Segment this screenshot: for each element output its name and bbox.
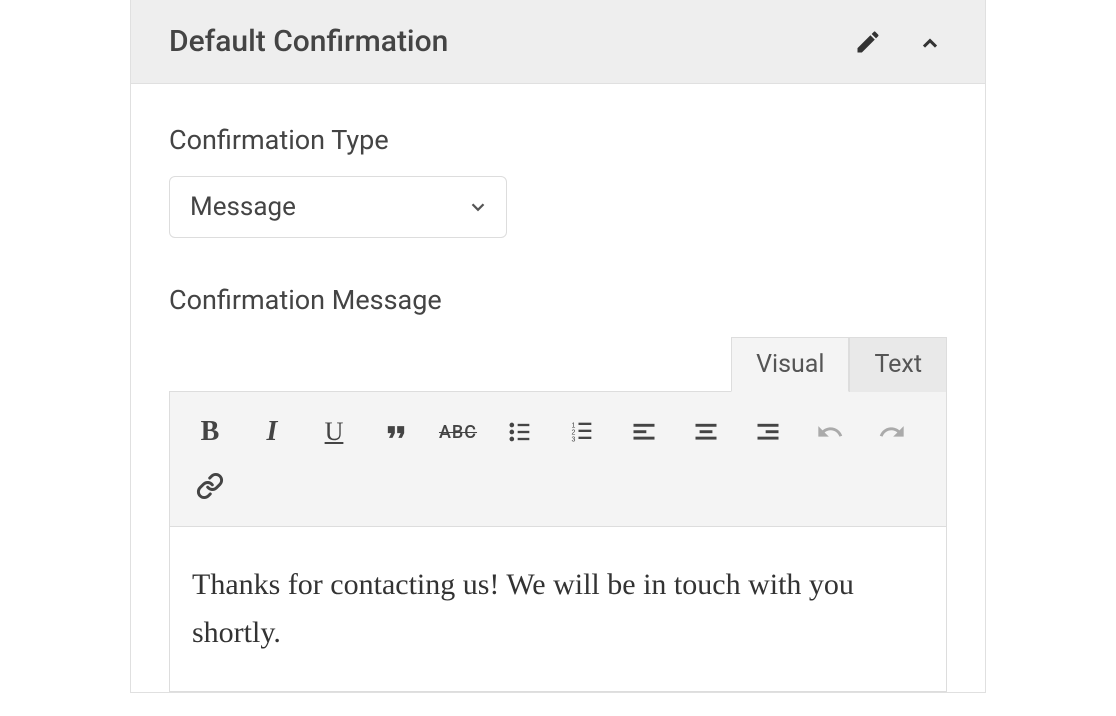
panel-actions [851, 25, 947, 59]
confirmation-type-label: Confirmation Type [169, 124, 947, 156]
tab-text[interactable]: Text [849, 337, 947, 392]
link-button[interactable] [182, 462, 238, 510]
tab-visual[interactable]: Visual [731, 337, 849, 392]
editor-toolbar: B I U ABC 123 [169, 391, 947, 527]
align-center-icon [692, 418, 720, 446]
bold-button[interactable]: B [182, 408, 238, 456]
panel-body: Confirmation Type Message Confirmation M… [131, 84, 985, 692]
confirmation-message-label: Confirmation Message [169, 284, 947, 316]
link-icon [196, 472, 224, 500]
underline-button[interactable]: U [306, 408, 362, 456]
italic-icon: I [267, 416, 278, 448]
svg-text:2: 2 [572, 429, 576, 436]
editor-container: Visual Text B I U ABC [169, 336, 947, 692]
undo-icon [816, 418, 844, 446]
bold-icon: B [201, 416, 220, 448]
panel-header: Default Confirmation [131, 0, 985, 84]
align-center-button[interactable] [678, 408, 734, 456]
redo-icon [878, 418, 906, 446]
underline-icon: U [325, 417, 344, 447]
edit-button[interactable] [851, 25, 885, 59]
editor-tabs: Visual Text [169, 336, 947, 391]
align-left-button[interactable] [616, 408, 672, 456]
align-right-button[interactable] [740, 408, 796, 456]
align-left-icon [630, 418, 658, 446]
pencil-icon [854, 28, 882, 56]
numbered-list-icon: 123 [568, 418, 596, 446]
undo-button[interactable] [802, 408, 858, 456]
strikethrough-button[interactable]: ABC [430, 408, 486, 456]
select-value: Message [190, 192, 296, 222]
panel-title: Default Confirmation [169, 24, 448, 59]
strikethrough-icon: ABC [439, 422, 477, 443]
bullet-list-button[interactable] [492, 408, 548, 456]
redo-button[interactable] [864, 408, 920, 456]
confirmation-type-select[interactable]: Message [169, 176, 507, 238]
quote-icon [382, 418, 410, 446]
bullet-list-icon [506, 418, 534, 446]
svg-text:1: 1 [572, 422, 576, 429]
chevron-up-icon [913, 25, 947, 59]
collapse-button[interactable] [913, 25, 947, 59]
confirmation-type-select-wrap: Message [169, 176, 507, 238]
blockquote-button[interactable] [368, 408, 424, 456]
editor-content[interactable]: Thanks for contacting us! We will be in … [169, 527, 947, 692]
align-right-icon [754, 418, 782, 446]
italic-button[interactable]: I [244, 408, 300, 456]
confirmation-panel: Default Confirmation Confirmation Type M… [130, 0, 986, 693]
svg-text:3: 3 [572, 436, 576, 443]
numbered-list-button[interactable]: 123 [554, 408, 610, 456]
